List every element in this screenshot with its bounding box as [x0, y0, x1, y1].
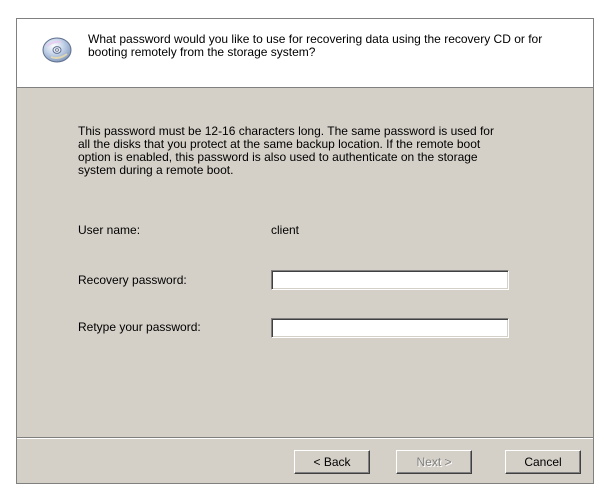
retype-password-label: Retype your password: [78, 320, 201, 334]
footer-separator-highlight [17, 438, 593, 439]
username-value: client [271, 223, 300, 237]
cancel-button[interactable]: Cancel [505, 450, 581, 474]
retype-password-input[interactable] [271, 318, 509, 338]
next-button[interactable]: Next > [396, 450, 472, 474]
wizard-header: What password would you like to use for … [17, 19, 593, 88]
back-button[interactable]: < Back [294, 450, 370, 474]
username-label: User name: [78, 223, 141, 237]
cd-disc-icon [41, 33, 73, 65]
recovery-password-input[interactable] [271, 270, 509, 290]
header-question: What password would you like to use for … [88, 32, 543, 59]
password-description: This password must be 12-16 characters l… [78, 124, 494, 177]
wizard-dialog: What password would you like to use for … [16, 18, 594, 484]
recovery-password-label: Recovery password: [78, 273, 187, 287]
